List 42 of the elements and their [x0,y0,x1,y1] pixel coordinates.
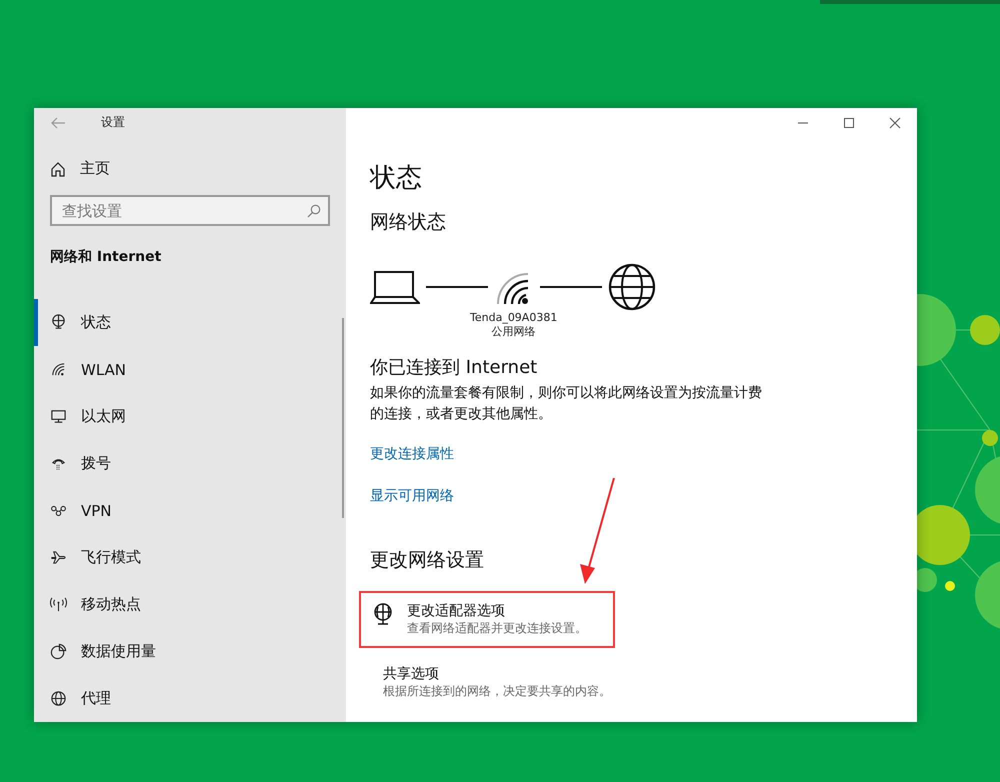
connection-line [540,285,602,289]
nav-item[interactable]: 代理 [34,675,346,722]
globe-icon [50,690,67,707]
home-icon [50,160,66,176]
nav-item[interactable]: 数据使用量 [34,628,346,675]
settings-option[interactable]: 更改适配器选项 查看网络适配器并更改连接设置。 [359,591,615,648]
monitor-icon [50,408,67,425]
network-type: 公用网络 [492,325,536,339]
nav-item[interactable]: 飞行模式 [34,534,346,581]
nav-item[interactable]: VPN [34,487,346,534]
settings-link[interactable]: 显示可用网络 [370,487,454,505]
antenna-icon [50,596,67,613]
window-title: 设置 [101,114,125,131]
nav-item[interactable]: WLAN [34,346,346,393]
nav-item[interactable]: 移动热点 [34,581,346,628]
settings-option[interactable]: 共享选项 根据所连接到的网络，决定要共享的内容。 [359,654,615,711]
section-heading: 网络状态 [370,210,446,235]
close-icon[interactable] [889,117,901,129]
wifi-icon [50,361,67,378]
section-heading: 网络和 Internet [49,248,162,266]
option-description: 查看网络适配器并更改连接设置。 [407,620,587,637]
home-nav-item[interactable]: 主页 [34,137,346,178]
globe-monitor-icon [50,314,67,331]
option-title: 共享选项 [383,665,440,683]
settings-link[interactable]: 更改连接属性 [370,445,454,463]
pie-chart-icon [50,643,67,660]
globe-icon [608,263,656,311]
nav-item[interactable]: 拨号 [34,440,346,487]
network-name: Tenda_09A0381 [470,311,558,325]
laptop-icon [370,269,420,305]
connection-heading: 你已连接到 Internet [370,356,538,379]
search-icon[interactable] [307,204,321,218]
airplane-icon [50,549,67,566]
option-description: 根据所连接到的网络，决定要共享的内容。 [383,683,611,700]
connection-line [426,285,488,289]
section-heading: 更改网络设置 [370,548,484,573]
maximize-icon[interactable] [843,117,855,129]
connection-description: 如果你的流量套餐有限制，则你可以将此网络设置为按流量计费的连接，或者更改其他属性。 [370,384,762,424]
nav-item[interactable]: 以太网 [34,393,346,440]
option-title: 更改适配器选项 [407,602,506,620]
page-title: 状态 [370,162,422,195]
search-field[interactable]: 查找设置 [50,195,330,226]
